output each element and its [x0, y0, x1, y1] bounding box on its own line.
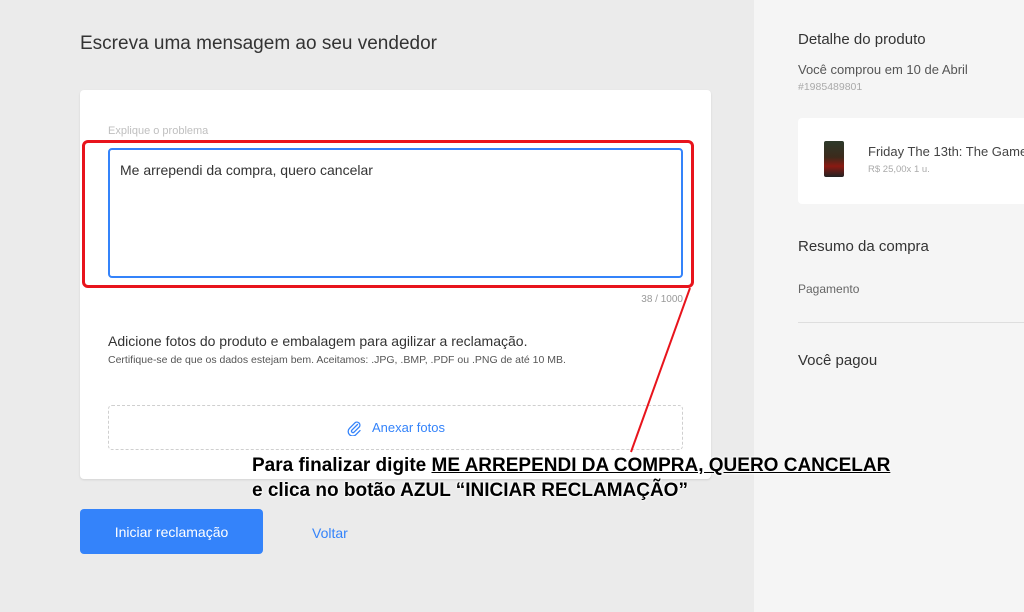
amount-paid-label: Você pagou — [798, 352, 878, 369]
product-detail-sidebar: Detalhe do produto Você comprou em 10 de… — [754, 0, 1024, 612]
attach-photos-button[interactable]: Anexar fotos — [108, 405, 683, 450]
photos-hint: Certifique-se de que os dados estejam be… — [108, 354, 566, 366]
purchase-summary-title: Resumo da compra — [798, 238, 929, 255]
message-field-label: Explique o problema — [108, 125, 209, 137]
order-id: #1985489801 — [798, 81, 863, 93]
product-thumbnail — [824, 141, 844, 177]
product-card[interactable]: Friday The 13th: The Game R$ 25,00x 1 u. — [798, 118, 1024, 204]
instruction-annotation: Para finalizar digite ME ARREPENDI DA CO… — [252, 453, 890, 503]
char-counter: 38 / 1000 — [641, 294, 683, 305]
start-claim-button[interactable]: Iniciar reclamação — [80, 509, 263, 554]
payment-label: Pagamento — [798, 282, 860, 296]
purchase-date: Você comprou em 10 de Abril — [798, 62, 968, 77]
claim-main-panel: Escreva uma mensagem ao seu vendedor Exp… — [0, 0, 754, 612]
product-name: Friday The 13th: The Game — [868, 144, 1024, 159]
annotation-emphasis: ME ARREPENDI DA COMPRA, QUERO CANCELAR — [431, 455, 891, 476]
photos-title: Adicione fotos do produto e embalagem pa… — [108, 333, 528, 349]
attach-photos-label: Anexar fotos — [372, 420, 445, 435]
annotation-line-2: e clica no botão AZUL “INICIAR RECLAMAÇÃ… — [252, 480, 688, 501]
paperclip-icon — [347, 420, 361, 436]
product-detail-title: Detalhe do produto — [798, 31, 926, 48]
summary-divider — [798, 322, 1024, 323]
back-link[interactable]: Voltar — [312, 525, 348, 541]
product-price: R$ 25,00x 1 u. — [868, 164, 930, 175]
annotation-line-1: Para finalizar digite ME ARREPENDI DA CO… — [252, 455, 891, 476]
page-title: Escreva uma mensagem ao seu vendedor — [80, 33, 437, 54]
textarea-highlight-box — [82, 140, 694, 288]
